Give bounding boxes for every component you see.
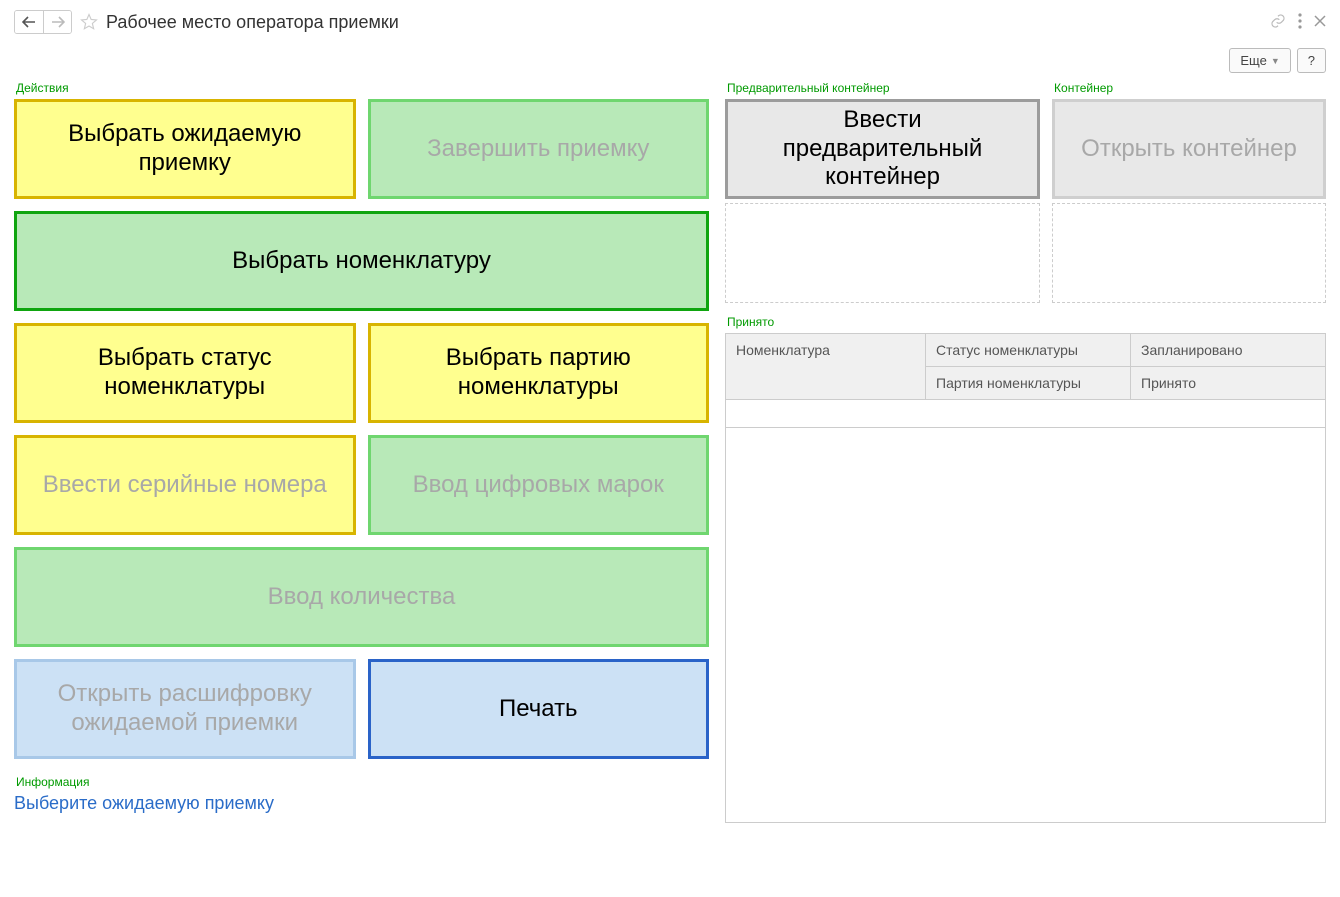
- select-batch-button[interactable]: Выбрать партию номенклатуры: [368, 323, 710, 423]
- container-label: Контейнер: [1054, 81, 1326, 95]
- enter-marks-button[interactable]: Ввод цифровых марок: [368, 435, 710, 535]
- star-icon[interactable]: [80, 13, 98, 31]
- info-text: Выберите ожидаемую приемку: [14, 793, 709, 814]
- table-header: Номенклатура Статус номенклатуры Партия …: [726, 334, 1325, 400]
- info-label: Информация: [16, 775, 709, 789]
- accepted-label: Принято: [727, 315, 1326, 329]
- help-button[interactable]: ?: [1297, 48, 1326, 73]
- arrow-right-icon: [51, 16, 65, 28]
- window-title: Рабочее место оператора приемки: [106, 12, 399, 33]
- precontainer-label: Предварительный контейнер: [727, 81, 1040, 95]
- more-label: Еще: [1240, 53, 1266, 68]
- precontainer-area: [725, 203, 1040, 303]
- print-button[interactable]: Печать: [368, 659, 710, 759]
- select-expected-button[interactable]: Выбрать ожидаемую приемку: [14, 99, 356, 199]
- th-accepted: Принято: [1131, 367, 1325, 400]
- finish-receipt-button[interactable]: Завершить приемку: [368, 99, 710, 199]
- th-planned: Запланировано: [1131, 334, 1325, 367]
- titlebar: Рабочее место оператора приемки: [14, 8, 1326, 36]
- accepted-table[interactable]: Номенклатура Статус номенклатуры Партия …: [725, 333, 1326, 823]
- link-icon[interactable]: [1270, 13, 1286, 32]
- forward-button[interactable]: [43, 11, 71, 33]
- table-row[interactable]: [726, 400, 1325, 428]
- th-status: Статус номенклатуры: [926, 334, 1130, 367]
- toolbar: Еще ▼ ?: [14, 48, 1326, 73]
- nav-buttons: [14, 10, 72, 34]
- back-button[interactable]: [15, 11, 43, 33]
- th-batch: Партия номенклатуры: [926, 367, 1130, 400]
- container-area: [1052, 203, 1326, 303]
- chevron-down-icon: ▼: [1271, 56, 1280, 66]
- select-status-button[interactable]: Выбрать статус номенклатуры: [14, 323, 356, 423]
- th-nomenclature: Номенклатура: [726, 334, 925, 400]
- enter-quantity-button[interactable]: Ввод количества: [14, 547, 709, 647]
- open-breakdown-button[interactable]: Открыть расшифровку ожидаемой приемки: [14, 659, 356, 759]
- select-nomenclature-button[interactable]: Выбрать номенклатуру: [14, 211, 709, 311]
- actions-label: Действия: [16, 81, 709, 95]
- enter-serials-button[interactable]: Ввести серийные номера: [14, 435, 356, 535]
- close-icon[interactable]: [1314, 14, 1326, 30]
- kebab-icon[interactable]: [1298, 13, 1302, 32]
- open-container-button[interactable]: Открыть контейнер: [1052, 99, 1326, 199]
- more-button[interactable]: Еще ▼: [1229, 48, 1290, 73]
- arrow-left-icon: [22, 16, 36, 28]
- enter-precontainer-button[interactable]: Ввести предварительный контейнер: [725, 99, 1040, 199]
